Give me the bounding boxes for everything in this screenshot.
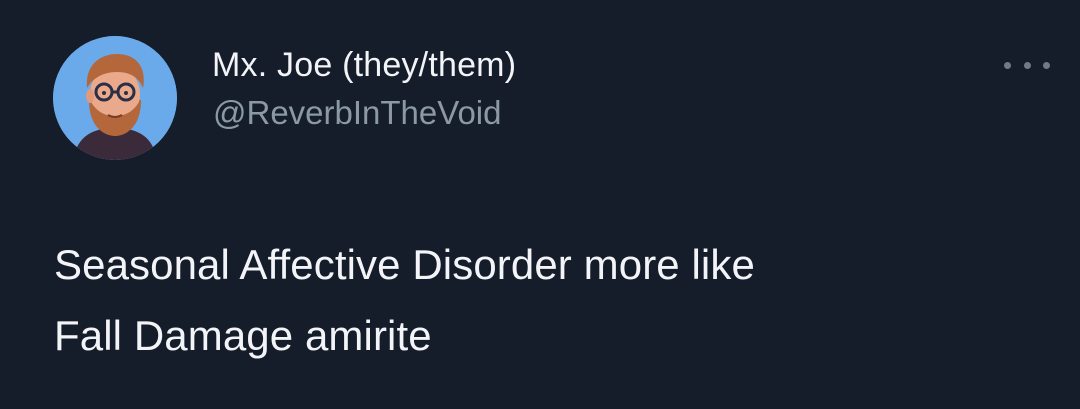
more-dot xyxy=(1004,61,1011,69)
display-name[interactable]: Mx. Joe (they/them) xyxy=(212,46,516,85)
tweet-text: Seasonal Affective Disorder more like Fa… xyxy=(54,229,1054,371)
avatar[interactable] xyxy=(53,36,177,160)
more-dot xyxy=(1043,61,1050,69)
tweet-text-line: Seasonal Affective Disorder more like xyxy=(54,241,755,288)
more-options-icon[interactable] xyxy=(1004,58,1050,72)
tweet-card: Mx. Joe (they/them) @ReverbInTheVoid Sea… xyxy=(0,0,1080,409)
portrait-icon xyxy=(53,36,177,160)
tweet-text-line: Fall Damage amirite xyxy=(54,312,432,359)
user-handle[interactable]: @ReverbInTheVoid xyxy=(213,94,502,132)
more-dot xyxy=(1023,61,1031,69)
